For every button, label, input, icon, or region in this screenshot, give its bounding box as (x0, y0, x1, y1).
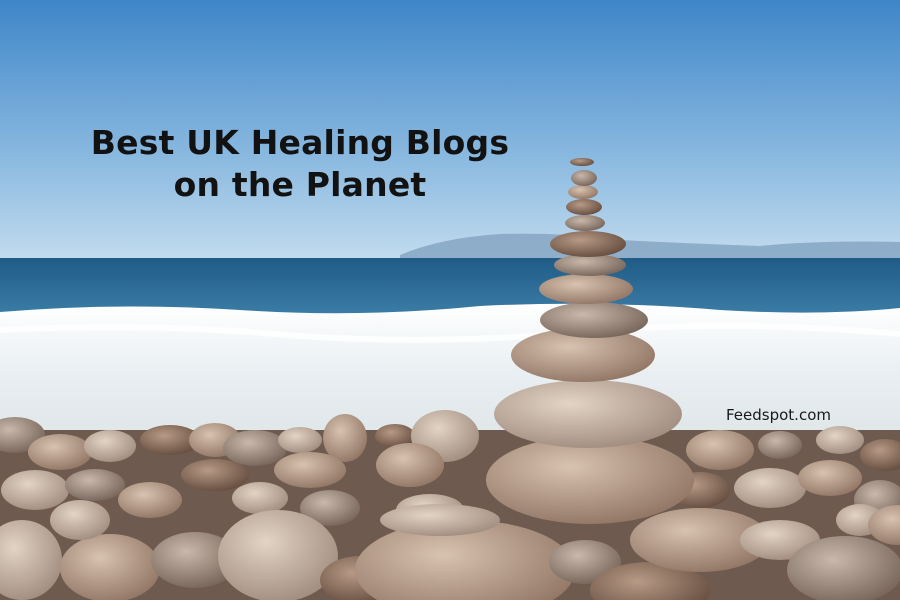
feedspot-watermark: Feedspot.com (726, 406, 831, 424)
title-line-2: on the Planet (173, 165, 427, 204)
beach-photo (0, 0, 900, 600)
blog-banner: Best UK Healing Blogs on the Planet Feed… (0, 0, 900, 600)
title-line-1: Best UK Healing Blogs (90, 123, 510, 162)
page-title: Best UK Healing Blogs on the Planet (40, 122, 560, 206)
